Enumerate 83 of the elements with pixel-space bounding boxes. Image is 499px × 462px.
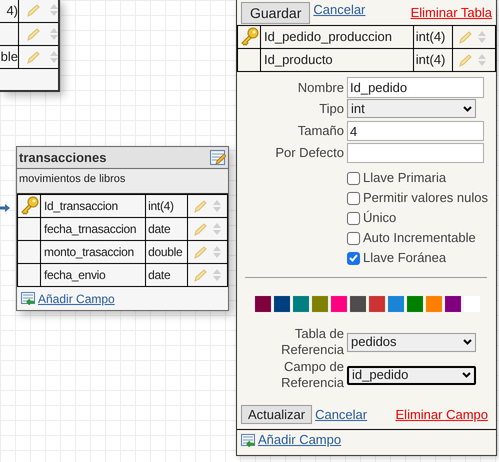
- chevron-down-icon: [462, 372, 471, 378]
- checkbox[interactable]: [347, 172, 360, 184]
- color-swatch[interactable]: [312, 296, 328, 312]
- color-swatch[interactable]: [274, 296, 290, 312]
- check-icon: [349, 254, 358, 262]
- cancel-link[interactable]: Cancelar: [313, 0, 366, 20]
- field-type: date: [146, 264, 188, 286]
- up-down-icon[interactable]: [50, 4, 58, 16]
- checkbox-label: Único: [363, 209, 396, 228]
- up-down-icon[interactable]: [478, 31, 486, 43]
- checkbox-label: Llave Primaria: [363, 169, 446, 188]
- delete-field-link[interactable]: Eliminar Campo: [396, 405, 488, 424]
- pencil-icon[interactable]: [456, 53, 472, 67]
- pencil-icon[interactable]: [25, 26, 40, 40]
- chevron-down-icon: [463, 106, 472, 112]
- size-input[interactable]: 4: [347, 121, 484, 141]
- field-name: fecha_trnasaccion: [40, 218, 146, 240]
- color-swatch[interactable]: [293, 296, 309, 312]
- delete-table-link[interactable]: Eliminar Tabla: [410, 2, 492, 22]
- pencil-icon[interactable]: [25, 50, 40, 64]
- field-type: 4): [5, 2, 18, 20]
- field-label: Tipo: [319, 100, 344, 116]
- field-name: Id_pedido_produccion: [260, 26, 414, 48]
- field-type: date: [146, 218, 188, 240]
- chevron-down-icon: [463, 339, 472, 345]
- add-field-icon: [21, 292, 35, 305]
- field-type: int(4): [146, 194, 188, 218]
- reference-field-dropdown[interactable]: id_pedido: [347, 366, 476, 384]
- pencil-icon[interactable]: [192, 245, 207, 259]
- field-name: fecha_envio: [40, 264, 146, 286]
- color-swatch[interactable]: [331, 296, 347, 312]
- checkbox[interactable]: [347, 232, 360, 244]
- field-label: Por Defecto: [275, 145, 344, 160]
- relation-arrow: [0, 204, 10, 212]
- color-swatch[interactable]: [445, 296, 461, 312]
- pencil-icon[interactable]: [25, 3, 40, 18]
- field-name: Id_transaccion: [40, 194, 146, 218]
- checkbox[interactable]: [347, 252, 360, 264]
- type-dropdown[interactable]: int: [347, 99, 476, 118]
- up-down-icon[interactable]: [212, 200, 221, 212]
- checkbox[interactable]: [347, 212, 360, 224]
- field-type: int(4): [413, 26, 452, 48]
- add-field-link[interactable]: Añadir Campo: [258, 430, 342, 450]
- field-name: Id_producto: [260, 48, 414, 72]
- field-label: Campo de Referencia: [281, 359, 344, 390]
- save-button[interactable]: Guardar: [241, 2, 310, 24]
- field-label: Nombre: [298, 80, 344, 94]
- cancel-link[interactable]: Cancelar: [315, 405, 368, 424]
- edit-table-icon[interactable]: [210, 150, 226, 166]
- name-input[interactable]: Id_pedido: [347, 77, 484, 98]
- pencil-icon[interactable]: [456, 30, 472, 44]
- pencil-icon[interactable]: [192, 222, 207, 236]
- add-field-link[interactable]: Añadir Campo: [38, 290, 115, 308]
- field-label: Tamaño: [298, 123, 344, 138]
- up-down-icon[interactable]: [50, 28, 58, 40]
- color-swatch[interactable]: [255, 296, 271, 312]
- table-description: movimientos de libros: [19, 173, 126, 185]
- up-down-icon[interactable]: [478, 54, 486, 66]
- field-label: Tabla de Referencia: [281, 326, 344, 357]
- update-button[interactable]: Actualizar: [241, 405, 312, 424]
- checkbox-label: Auto Incrementable: [363, 229, 476, 248]
- up-down-icon[interactable]: [212, 269, 221, 281]
- default-input[interactable]: [347, 143, 484, 163]
- color-swatch[interactable]: [426, 296, 442, 312]
- up-down-icon[interactable]: [212, 223, 221, 235]
- field-type: double: [146, 240, 188, 264]
- pencil-icon[interactable]: [192, 268, 207, 282]
- reference-table-dropdown[interactable]: pedidos: [347, 332, 476, 352]
- pencil-icon[interactable]: [192, 199, 207, 213]
- checkbox-label: Llave Foránea: [363, 249, 446, 268]
- up-down-icon[interactable]: [212, 246, 221, 258]
- table-title: transacciones: [19, 148, 106, 167]
- field-type: int(4): [413, 48, 452, 72]
- color-swatch[interactable]: [350, 296, 366, 312]
- up-down-icon[interactable]: [50, 50, 58, 62]
- color-swatch[interactable]: [407, 296, 423, 312]
- field-type: ble: [0, 48, 18, 66]
- checkbox-label: Permitir valores nulos: [363, 189, 488, 208]
- color-swatch[interactable]: [369, 296, 385, 312]
- checkbox[interactable]: [347, 192, 360, 204]
- color-swatch[interactable]: [388, 296, 404, 312]
- add-field-icon: [241, 434, 255, 446]
- field-name: monto_trasaccion: [40, 240, 146, 264]
